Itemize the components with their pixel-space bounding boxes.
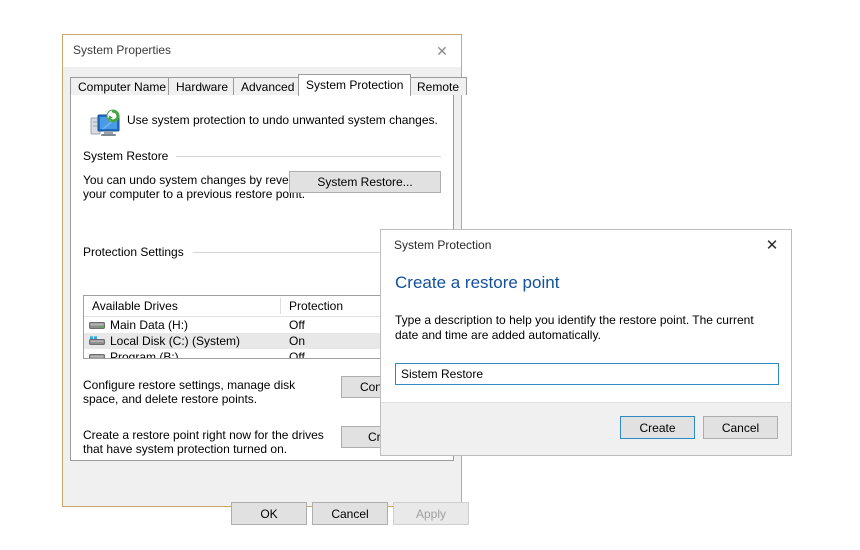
tab-remote[interactable]: Remote	[409, 77, 468, 95]
drive-protection-status: Off	[289, 350, 305, 359]
dialog-heading: Create a restore point	[395, 273, 560, 292]
intro-text: Use system protection to undo unwanted s…	[127, 113, 438, 127]
dialog-footer: Create Cancel	[381, 402, 791, 455]
create-button[interactable]: Create	[620, 416, 695, 439]
tab-system-protection[interactable]: System Protection	[298, 74, 412, 96]
cancel-button[interactable]: Cancel	[312, 502, 388, 525]
system-restore-description: You can undo system changes by reverting…	[83, 173, 313, 201]
dialog-description: Type a description to help you identify …	[395, 313, 754, 342]
close-icon[interactable]: ✕	[761, 235, 783, 255]
drive-name: Program (B:)	[110, 350, 179, 359]
tab-advanced[interactable]: Advanced	[233, 77, 303, 95]
tab-computer-name[interactable]: Computer Name	[70, 77, 175, 95]
dialog-title: System Protection	[394, 238, 492, 252]
drive-protection-status: On	[289, 334, 306, 348]
column-divider	[280, 298, 281, 314]
column-header-available-drives: Available Drives	[92, 299, 178, 313]
tab-hardware[interactable]: Hardware	[168, 77, 237, 95]
system-drive-icon	[89, 336, 105, 345]
drive-protection-status: Off	[289, 318, 305, 332]
window-title: System Properties	[73, 43, 172, 57]
dialog-cancel-button[interactable]: Cancel	[703, 416, 778, 439]
group-rule-system-restore	[176, 156, 441, 157]
group-label-system-restore: System Restore	[83, 149, 174, 163]
drive-name: Local Disk (C:) (System)	[110, 334, 241, 348]
ok-button[interactable]: OK	[231, 502, 307, 525]
restore-point-description-input[interactable]	[395, 363, 779, 385]
system-protection-icon	[90, 109, 120, 136]
system-restore-button[interactable]: System Restore...	[289, 171, 441, 193]
window-titlebar: System Properties ✕	[63, 35, 461, 67]
group-label-protection-settings: Protection Settings	[83, 245, 189, 259]
apply-button: Apply	[393, 502, 469, 525]
drive-name: Main Data (H:)	[110, 318, 189, 332]
column-header-protection: Protection	[289, 299, 344, 313]
intro-row: Use system protection to undo unwanted s…	[83, 107, 441, 149]
configure-description: Configure restore settings, manage disk …	[83, 378, 296, 406]
tab-strip: Computer Name Hardware Advanced System P…	[70, 74, 468, 96]
system-protection-dialog: System Protection ✕ Create a restore poi…	[380, 229, 792, 456]
create-restore-point-description: Create a restore point right now for the…	[83, 428, 324, 456]
hard-drive-icon	[89, 322, 105, 329]
close-icon[interactable]: ✕	[429, 40, 455, 62]
dialog-titlebar: System Protection ✕	[381, 230, 791, 260]
hard-drive-icon	[89, 354, 105, 358]
